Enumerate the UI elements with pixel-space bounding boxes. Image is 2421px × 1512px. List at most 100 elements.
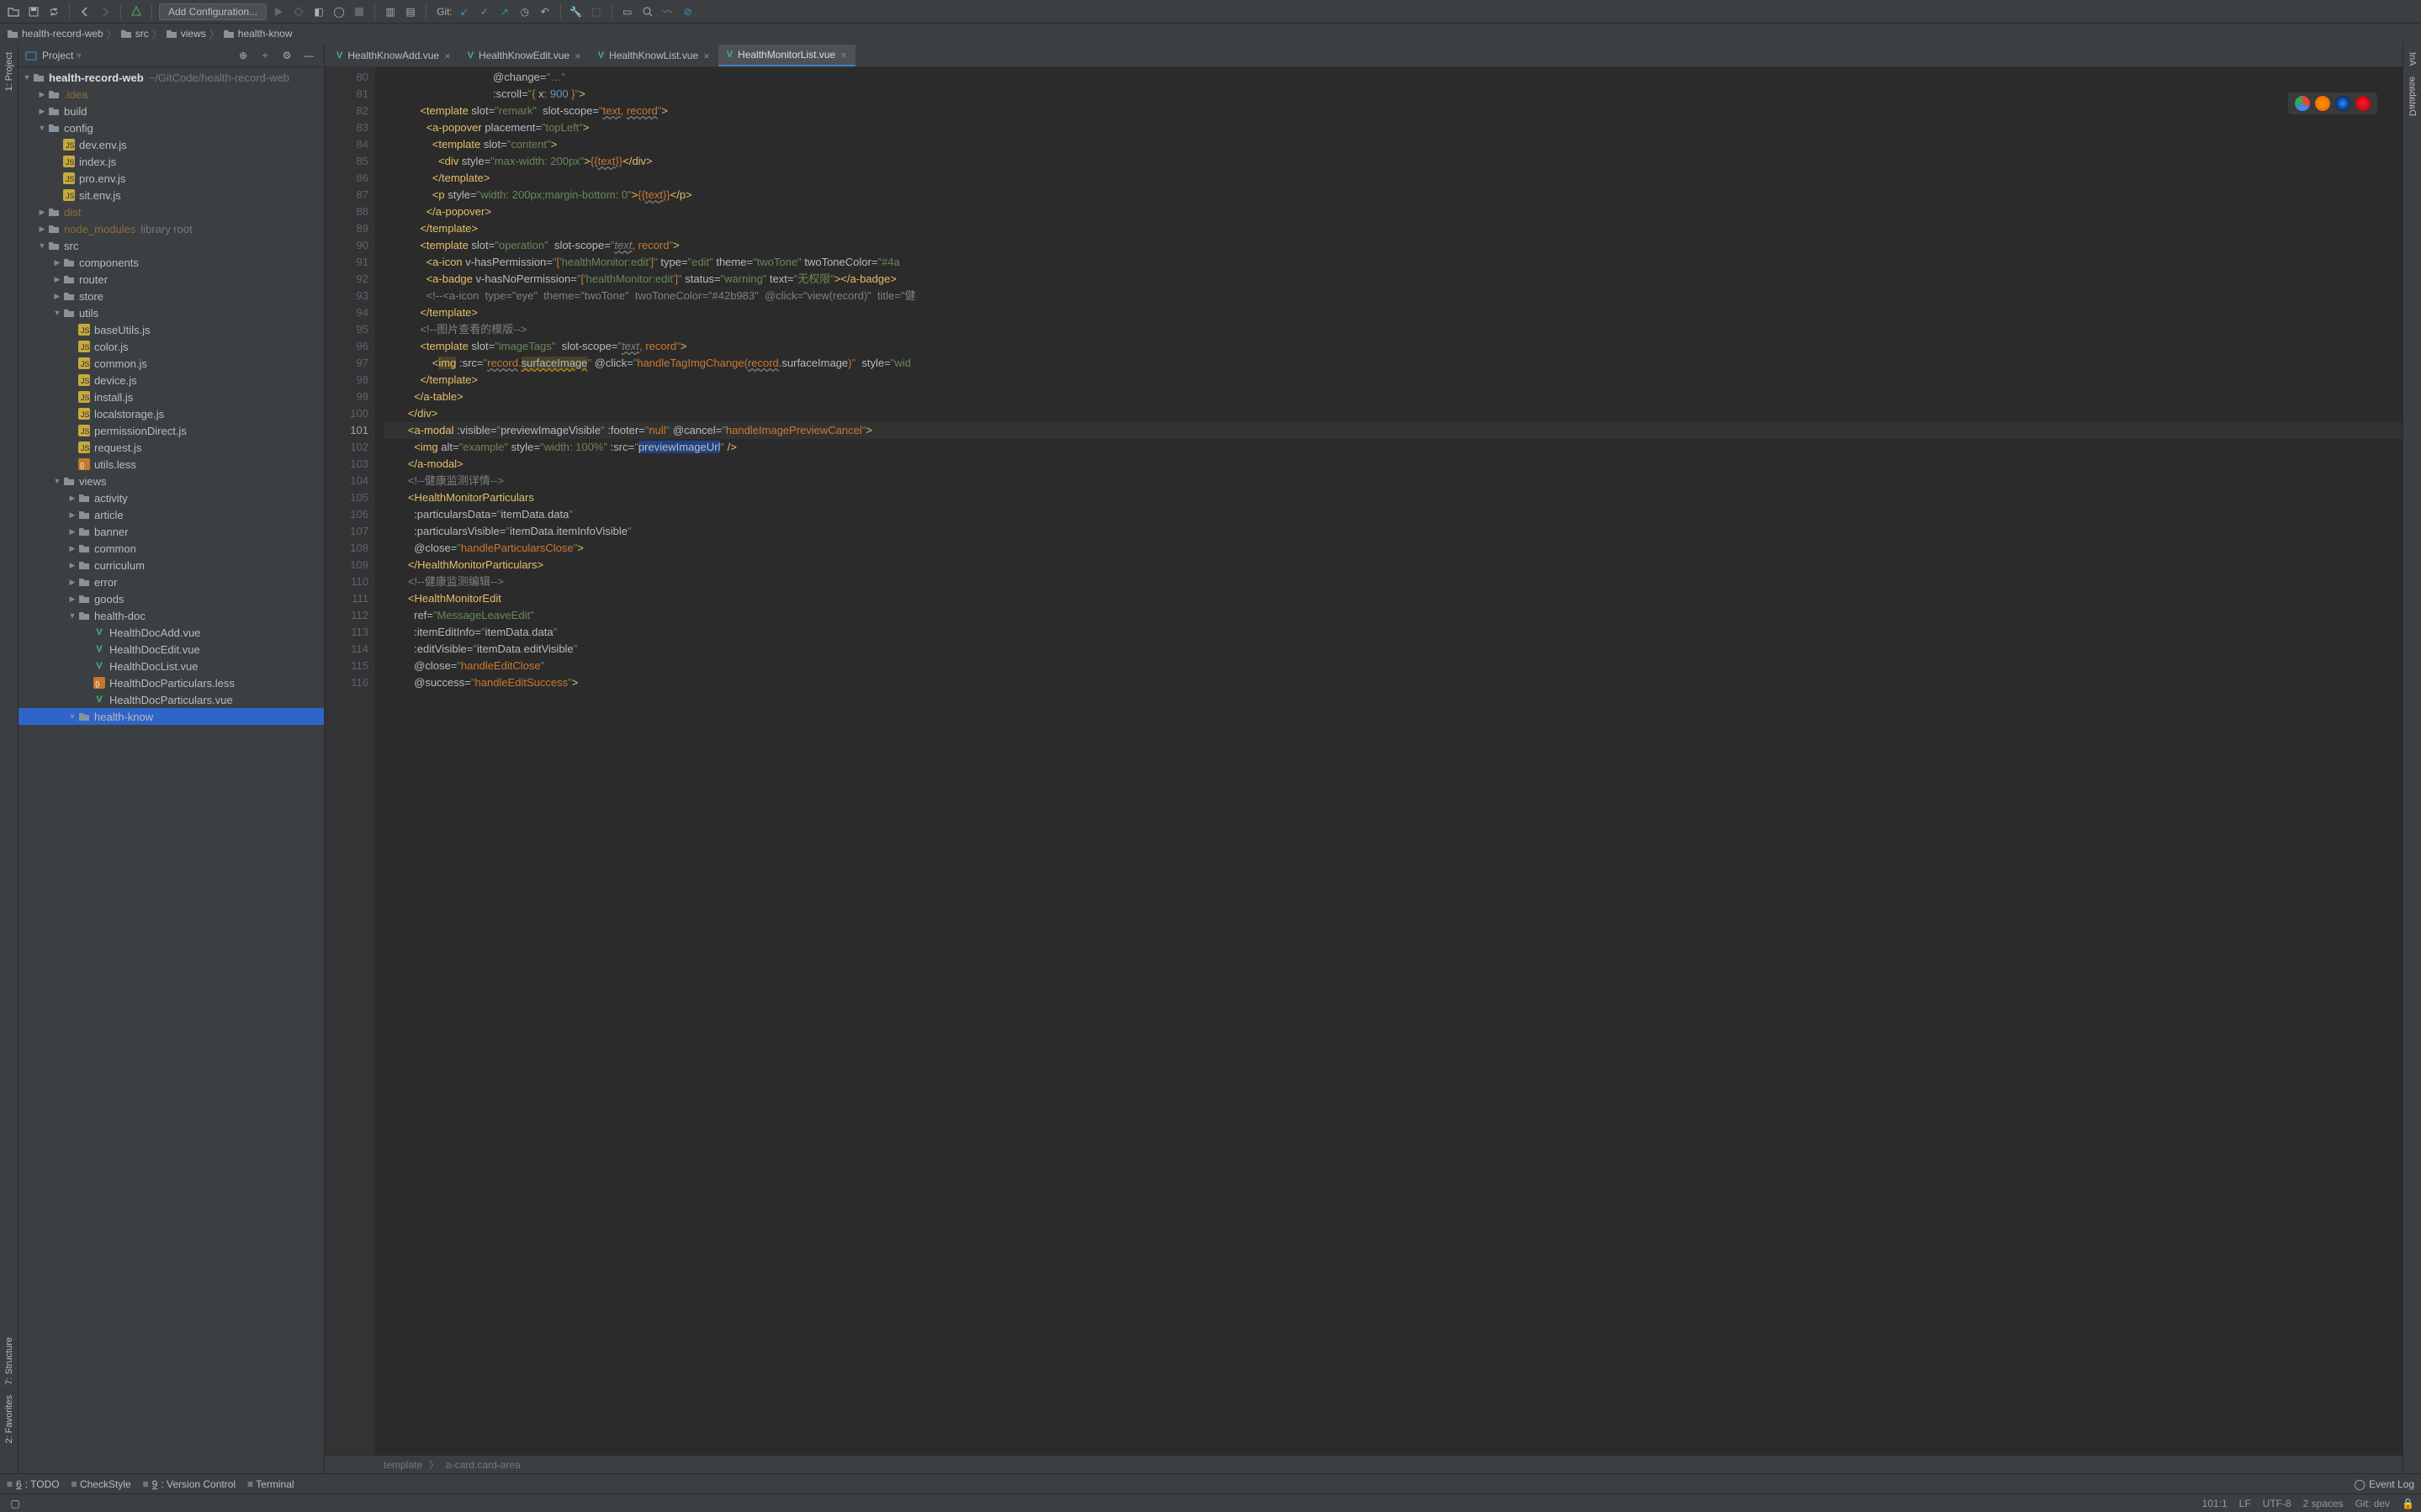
tree-row[interactable]: ▶article [19,506,324,523]
opera-icon[interactable] [2355,96,2371,111]
git-history-icon[interactable]: ◷ [517,3,533,20]
search-icon[interactable] [639,3,656,20]
tree-row[interactable]: {}utils.less [19,456,324,473]
editor-tab[interactable]: VHealthMonitorList.vue× [718,45,856,66]
tree-row[interactable]: ▼config [19,119,324,136]
editor-tab[interactable]: VHealthKnowList.vue× [590,45,718,66]
run-anything-icon[interactable]: ▭ [619,3,636,20]
tree-row[interactable]: JSrequest.js [19,439,324,456]
git-revert-icon[interactable]: ↶ [537,3,554,20]
status-value[interactable]: 2 spaces [2303,1498,2344,1509]
build-icon[interactable] [128,3,145,20]
close-icon[interactable]: × [444,50,451,62]
lock-icon[interactable]: 🔒 [2402,1498,2414,1509]
close-icon[interactable]: × [840,49,847,61]
tree-row[interactable]: ▶goods [19,590,324,607]
settings-icon[interactable]: 🔧 [568,3,585,20]
block-icon[interactable]: ⊘ [680,3,697,20]
tw-icon[interactable]: ▢ [7,1495,24,1512]
editor-tab[interactable]: VHealthKnowEdit.vue× [459,45,590,66]
tree-row[interactable]: VHealthDocList.vue [19,658,324,674]
project-tree[interactable]: ▼health-record-web~/GitCode/health-recor… [19,67,324,1473]
tree-row[interactable]: ▶banner [19,523,324,540]
tree-row[interactable]: JSinstall.js [19,389,324,405]
open-icon[interactable] [5,3,22,20]
status-item[interactable]: ≡ CheckStyle [72,1478,131,1490]
tree-row[interactable]: ▶node_moduleslibrary root [19,220,324,237]
sync-icon[interactable] [45,3,62,20]
tool-project[interactable]: 1: Project [4,47,14,96]
git-push-icon[interactable]: ↗ [496,3,513,20]
breadcrumb-item[interactable]: health-know [223,28,293,40]
coverage-icon[interactable]: ◧ [310,3,327,20]
tree-row[interactable]: ▼utils [19,304,324,321]
tree-row[interactable]: ▶build [19,103,324,119]
run-icon[interactable] [270,3,287,20]
status-value[interactable]: LF [2239,1498,2251,1509]
tree-row[interactable]: VHealthDocAdd.vue [19,624,324,641]
status-item[interactable]: ≡ Terminal [247,1478,294,1490]
status-item[interactable]: ≡ 6: TODO [7,1478,60,1490]
forward-icon[interactable] [97,3,114,20]
stop-icon[interactable] [351,3,368,20]
safari-icon[interactable] [2335,96,2350,111]
layout-icon[interactable]: ▥ [382,3,399,20]
tree-row[interactable]: {}HealthDocParticulars.less [19,674,324,691]
tool-favorites[interactable]: 2: Favorites [4,1390,14,1448]
tree-root[interactable]: ▼health-record-web~/GitCode/health-recor… [19,69,324,86]
tree-row[interactable]: ▶components [19,254,324,271]
tree-row[interactable]: ▶router [19,271,324,288]
tool-structure[interactable]: 7: Structure [4,1332,14,1390]
editor-code[interactable]: @change="…" :scroll="{ x: 900 }"> <templ… [375,67,2402,1455]
tree-row[interactable]: JSlocalstorage.js [19,405,324,422]
breadcrumb-item[interactable]: views [166,28,206,40]
chrome-icon[interactable] [2295,96,2310,111]
git-update-icon[interactable]: ↙ [456,3,473,20]
tree-row[interactable]: ▶error [19,574,324,590]
locate-icon[interactable]: ⊕ [235,47,252,64]
tree-row[interactable]: ▼health-know [19,708,324,725]
editor-tab[interactable]: VHealthKnowAdd.vue× [328,45,459,66]
tree-row[interactable]: ▶common [19,540,324,557]
status-value[interactable]: UTF-8 [2263,1498,2291,1509]
collapse-icon[interactable]: ÷ [257,47,273,64]
tree-row[interactable]: VHealthDocEdit.vue [19,641,324,658]
tree-row[interactable]: JSdevice.js [19,372,324,389]
tree-row[interactable]: ▼health-doc [19,607,324,624]
save-icon[interactable] [25,3,42,20]
profiler-icon[interactable]: ◯ [331,3,347,20]
tree-row[interactable]: JSsit.env.js [19,187,324,204]
tree-row[interactable]: VHealthDocParticulars.vue [19,691,324,708]
breadcrumb-item[interactable]: src [120,28,149,40]
tree-row[interactable]: ▼views [19,473,324,489]
tree-row[interactable]: ▶dist [19,204,324,220]
gear-icon[interactable]: ⚙ [278,47,295,64]
hide-icon[interactable]: — [300,47,317,64]
firefox-icon[interactable] [2315,96,2330,111]
status-item[interactable]: ≡ 9: Version Control [143,1478,236,1490]
layout2-icon[interactable]: ▤ [402,3,419,20]
tree-row[interactable]: ▶curriculum [19,557,324,574]
project-header-title[interactable]: Project ▾ [42,50,230,61]
tree-row[interactable]: ▼src [19,237,324,254]
back-icon[interactable] [77,3,93,20]
close-icon[interactable]: × [575,50,581,62]
structure-icon[interactable]: ⬚ [588,3,605,20]
editor-crumbs[interactable]: template〉a-card.card-area [325,1455,2402,1473]
event-log-button[interactable]: ◯ Event Log [2355,1478,2414,1490]
tree-row[interactable]: ▶.idea [19,86,324,103]
status-value[interactable]: 101:1 [2202,1498,2228,1509]
tree-row[interactable]: JSpro.env.js [19,170,324,187]
tree-row[interactable]: JScolor.js [19,338,324,355]
tool-database[interactable]: Database [2408,71,2418,121]
tree-row[interactable]: ▶store [19,288,324,304]
tree-row[interactable]: JSdev.env.js [19,136,324,153]
status-value[interactable]: Git: dev [2355,1498,2390,1509]
tool-ant[interactable]: Ant [2408,47,2418,71]
tree-row[interactable]: ▶activity [19,489,324,506]
breadcrumb-item[interactable]: health-record-web [7,28,103,40]
git-commit-icon[interactable]: ✓ [476,3,493,20]
add-configuration-button[interactable]: Add Configuration... [159,3,267,20]
tree-row[interactable]: JSindex.js [19,153,324,170]
tree-row[interactable]: JScommon.js [19,355,324,372]
